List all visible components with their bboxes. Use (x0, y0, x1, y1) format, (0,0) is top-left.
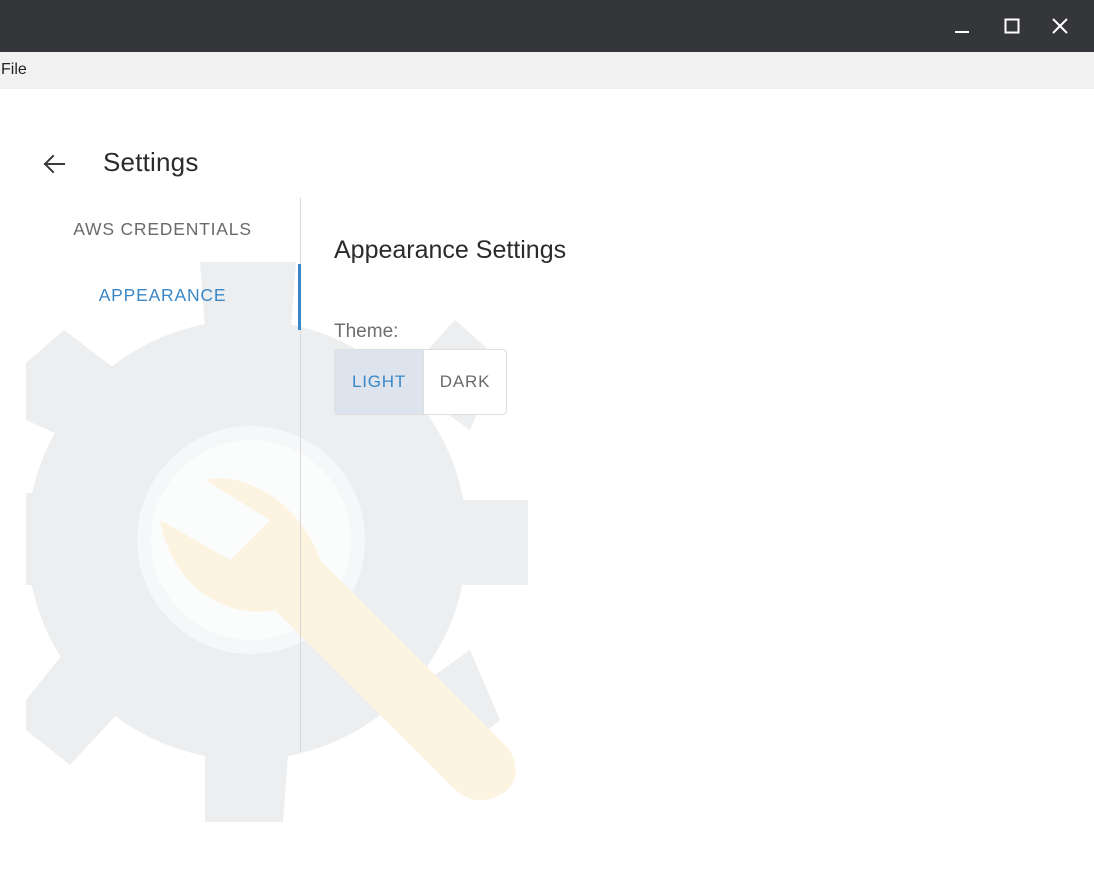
theme-dark-button[interactable]: DARK (424, 350, 506, 414)
section-title: Appearance Settings (334, 236, 567, 264)
minimize-icon (955, 31, 969, 33)
menubar: File (0, 52, 1094, 89)
page-title: Settings (103, 147, 199, 177)
arrow-left-icon[interactable] (38, 148, 70, 180)
close-button[interactable] (1040, 6, 1080, 46)
maximize-button[interactable] (992, 6, 1032, 46)
theme-light-button[interactable]: LIGHT (335, 350, 424, 414)
close-icon (1052, 18, 1068, 34)
tab-appearance[interactable]: APPEARANCE (26, 262, 299, 328)
maximize-icon (1004, 18, 1020, 34)
active-tab-indicator (298, 264, 301, 330)
tab-aws-credentials[interactable]: AWS CREDENTIALS (26, 196, 299, 262)
window-titlebar (0, 0, 1094, 52)
menu-file[interactable]: File (1, 61, 27, 79)
theme-label: Theme: (334, 321, 399, 342)
minimize-button[interactable] (942, 6, 982, 46)
theme-toggle-group: LIGHT DARK (334, 349, 507, 415)
